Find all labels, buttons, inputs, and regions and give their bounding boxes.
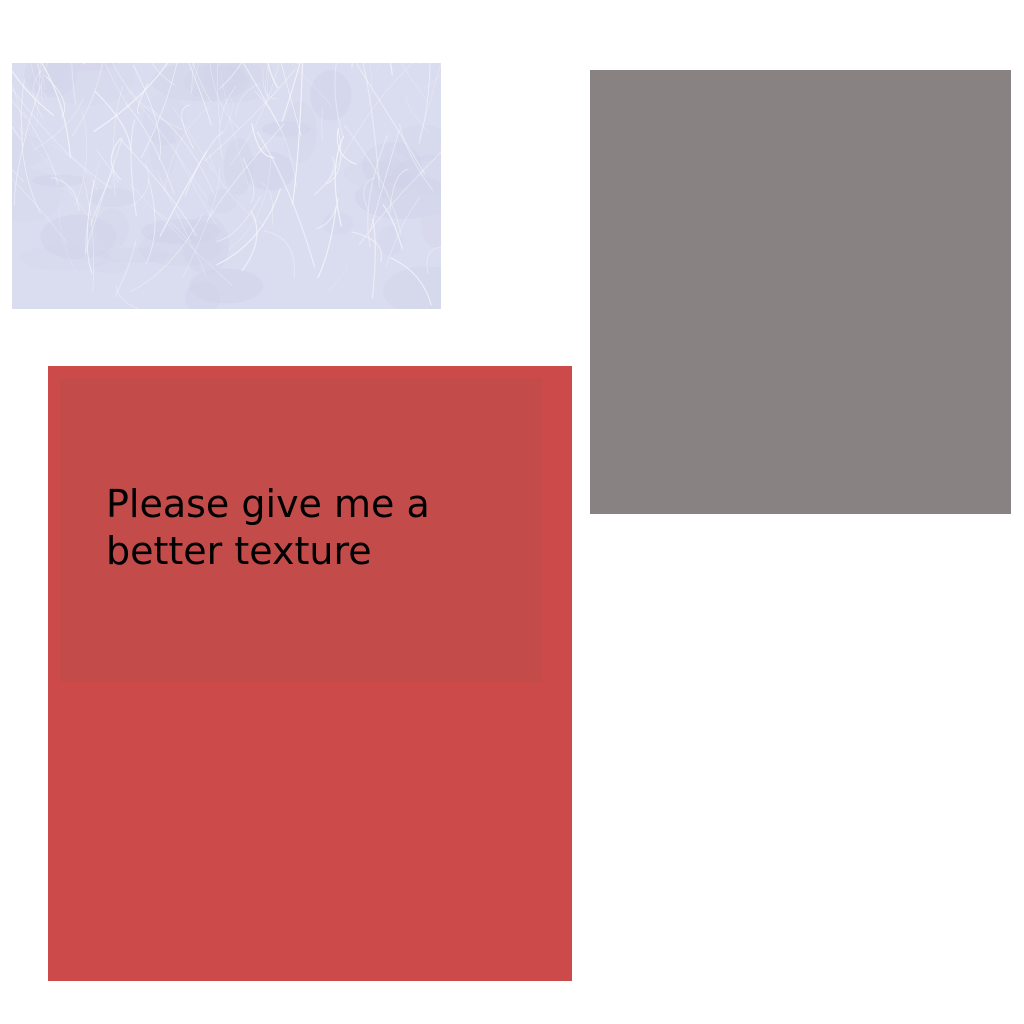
canvas: Please give me a better texture [0, 0, 1024, 1024]
texture-panel [12, 63, 441, 309]
red-panel: Please give me a better texture [48, 366, 572, 981]
gray-panel [590, 70, 1011, 514]
scratched-texture-image [12, 63, 441, 309]
texture-request-text: Please give me a better texture [106, 482, 430, 573]
